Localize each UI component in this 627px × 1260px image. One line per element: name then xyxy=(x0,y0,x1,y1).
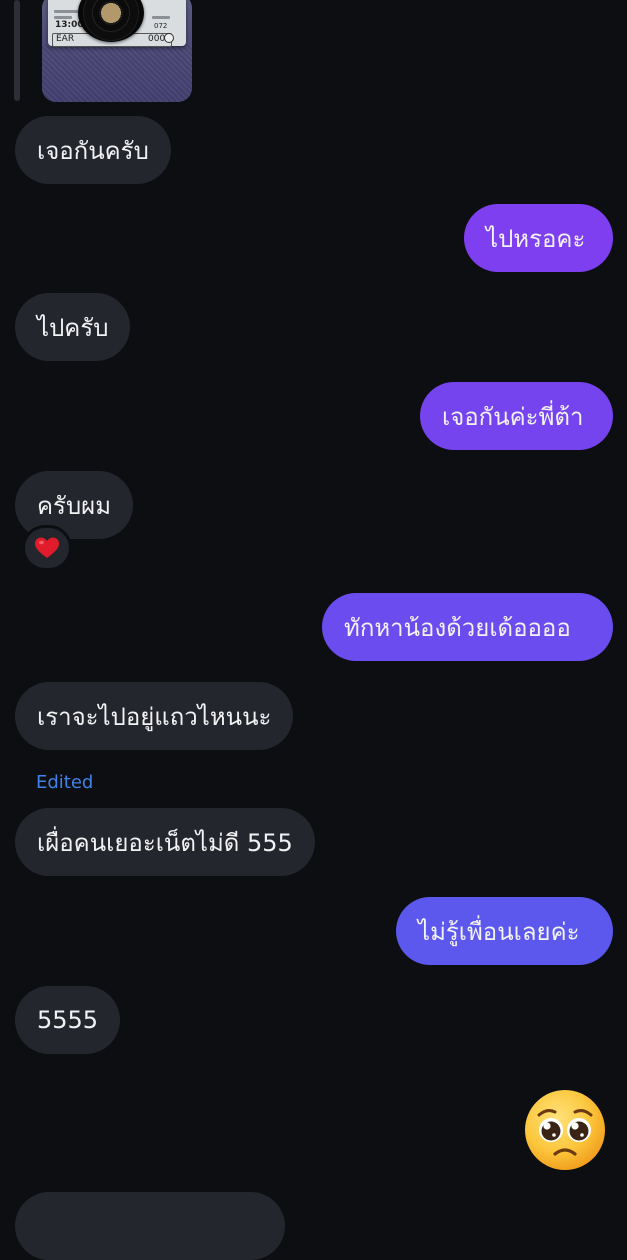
incoming-message-bubble-partial[interactable] xyxy=(15,1192,285,1260)
message-text: เจอกันครับ xyxy=(37,136,149,165)
message-text: ทักหาน้องด้วยเด้ออออ xyxy=(344,613,571,642)
message-text: ครับผม xyxy=(37,491,112,520)
outgoing-message-bubble[interactable]: เจอกันค่ะพี่ต้า xyxy=(420,382,613,450)
incoming-message-bubble[interactable]: เจอกันครับ xyxy=(15,116,171,184)
message-text: ไปหรอคะ xyxy=(486,224,586,253)
message-text: ไม่รู้เพื่อนเลยค่ะ xyxy=(418,917,580,946)
message-text: เผื่อคนเยอะเน็ตไม่ดี 555 xyxy=(37,828,293,857)
ticket-dot xyxy=(164,33,174,43)
thread-rail xyxy=(14,0,20,101)
pleading-face-icon[interactable] xyxy=(523,1088,607,1172)
image-fabric-background xyxy=(42,44,192,102)
incoming-message-bubble[interactable]: เผื่อคนเยอะเน็ตไม่ดี 555 xyxy=(15,808,315,876)
incoming-message-bubble[interactable]: 5555 xyxy=(15,986,121,1054)
outgoing-message-bubble[interactable]: ทักหาน้องด้วยเด้ออออ xyxy=(322,593,613,661)
ticket-code: 072 xyxy=(154,22,168,30)
ticket-line xyxy=(54,10,78,13)
incoming-message-bubble[interactable]: ไปครับ xyxy=(15,293,131,361)
message-text: เราจะไปอยู่แถวไหนนะ xyxy=(37,702,272,731)
outgoing-message-bubble[interactable]: ไปหรอคะ xyxy=(464,204,613,272)
message-text: เจอกันค่ะพี่ต้า xyxy=(442,402,584,431)
edited-label: Edited xyxy=(36,772,94,793)
ticket-line xyxy=(152,16,170,19)
message-text: 5555 xyxy=(37,1006,99,1034)
heart-icon xyxy=(35,537,59,558)
shared-image-attachment[interactable]: 13:00 072 EAR 000 xyxy=(42,0,192,102)
outgoing-message-bubble[interactable]: ไม่รู้เพื่อนเลยค่ะ xyxy=(396,897,613,965)
incoming-message-bubble[interactable]: เราจะไปอยู่แถวไหนนะ xyxy=(15,682,294,750)
ticket-label: EAR xyxy=(56,34,75,44)
ticket-amount: 000 xyxy=(148,34,166,44)
ticket-line xyxy=(54,16,72,19)
message-text: ไปครับ xyxy=(37,313,109,342)
heart-reaction[interactable] xyxy=(22,525,72,571)
